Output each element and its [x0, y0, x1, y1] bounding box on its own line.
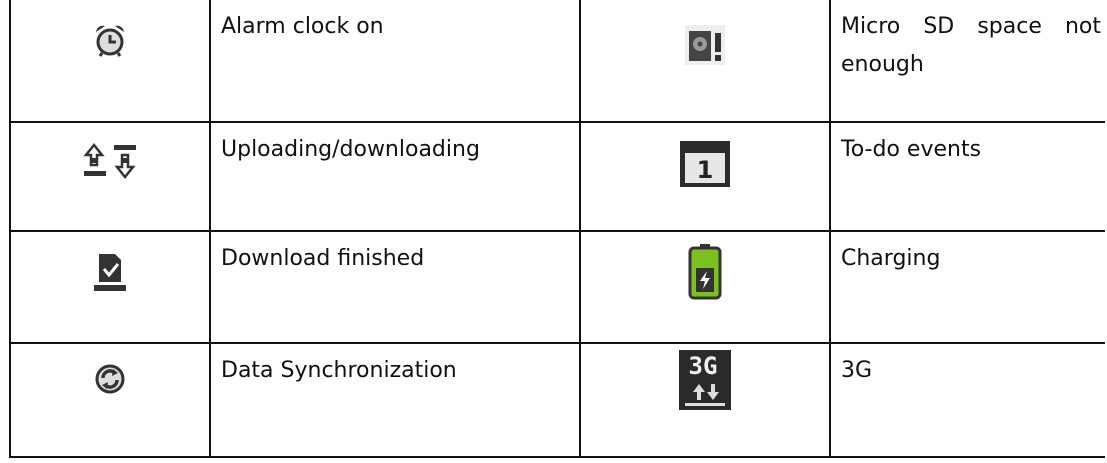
description-cell: Data Synchronization [209, 342, 581, 458]
download-finished-icon [94, 254, 126, 291]
icon-cell: 3G [579, 342, 831, 458]
icon-cell [9, 121, 211, 232]
icon-cell: 1 [579, 121, 831, 232]
description-cell: Micro SD space not enough [829, 0, 1105, 123]
icon-cell [9, 230, 211, 344]
sync-icon [95, 364, 125, 394]
icon-description: Download finished [221, 246, 425, 271]
sd-card-warning-icon [685, 25, 725, 65]
icon-description: To-do events [841, 137, 982, 162]
table-row: Alarm clock on Micro SD space not enough [9, 0, 1105, 123]
3g-network-icon: 3G [679, 350, 731, 410]
battery-charging-icon [688, 244, 722, 300]
description-cell: To-do events [829, 121, 1105, 232]
description-cell: Charging [829, 230, 1105, 344]
calendar-day-number: 1 [697, 156, 714, 184]
icon-description: Charging [841, 246, 941, 271]
icon-description: Alarm clock on [221, 14, 384, 39]
icon-cell [579, 230, 831, 344]
icon-description: Micro SD space not enough [841, 14, 1101, 77]
alarm-clock-icon [96, 25, 124, 57]
network-type-label: 3G [689, 352, 718, 380]
description-cell: 3G [829, 342, 1105, 458]
table-row: Uploading/downloading 1 To-do events [9, 121, 1105, 232]
description-cell: Download finished [209, 230, 581, 344]
status-icon-table: Alarm clock on Micro SD space not enough [9, 0, 1105, 458]
table-row: Data Synchronization 3G 3G [9, 342, 1105, 458]
icon-cell [9, 0, 211, 123]
description-cell: Uploading/downloading [209, 121, 581, 232]
table-row: Download finished Charging [9, 230, 1105, 344]
icon-description: Uploading/downloading [221, 137, 480, 162]
icon-cell [9, 342, 211, 458]
icon-cell [579, 0, 831, 123]
calendar-icon: 1 [680, 141, 730, 187]
icon-description: Data Synchronization [221, 358, 457, 383]
description-cell: Alarm clock on [209, 0, 581, 123]
upload-download-icon [83, 143, 136, 179]
icon-description: 3G [841, 358, 873, 383]
